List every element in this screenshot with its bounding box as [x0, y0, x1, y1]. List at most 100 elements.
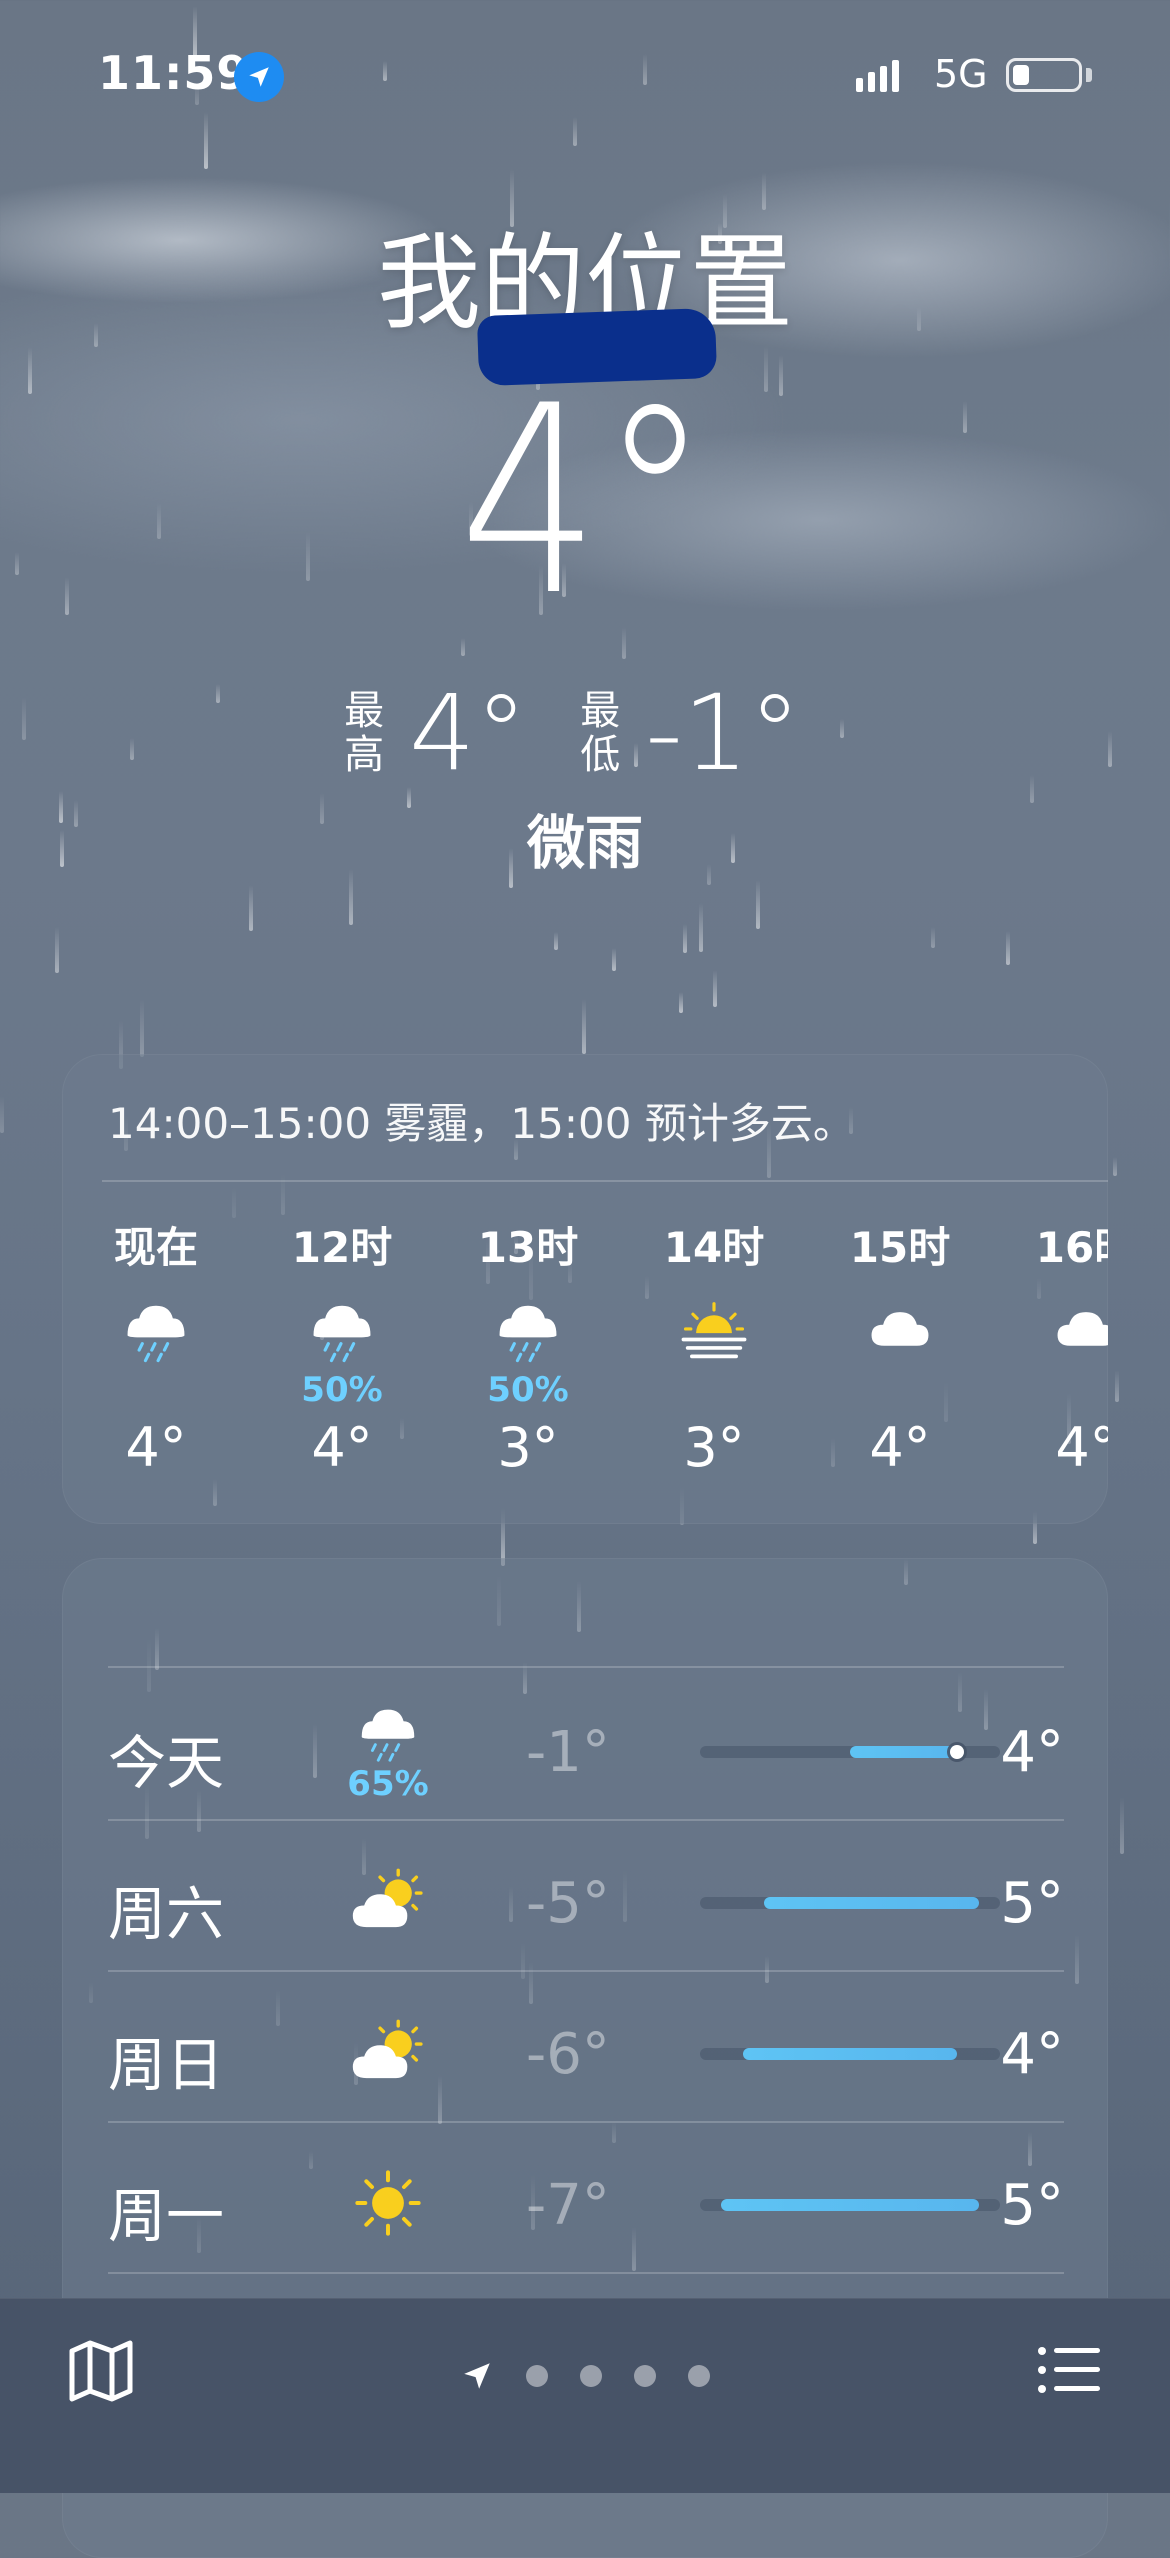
cloud-rain-icon [438, 1290, 618, 1370]
hour-temperature: 4° [869, 1416, 931, 1479]
rain-streak [931, 927, 935, 948]
precip-probability: 65% [347, 1764, 429, 1804]
temperature-range-bar [721, 2199, 979, 2211]
daily-row[interactable]: 周日 -6° 4° [108, 1972, 1064, 2122]
cloud-rain-icon [252, 1290, 432, 1370]
rain-streak [582, 999, 586, 1054]
high-low: 最高 4° 最低 -1° [0, 672, 1170, 794]
precip-probability [810, 1370, 990, 1410]
hourly-forecast-panel[interactable]: 14:00–15:00 雾霾，15:00 预计多云。 现在 4° 12时 50% 4° 1… [62, 1054, 1108, 1524]
cellular-signal-icon [856, 60, 899, 92]
partly-cloudy-icon [328, 1841, 448, 1961]
rain-streak [554, 932, 558, 950]
rain-streak [249, 885, 253, 931]
daily-row[interactable]: 今天 65% -1° 4° [108, 1670, 1064, 1820]
hourly-item: 15时 4° [810, 1214, 990, 1479]
rain-streak [140, 999, 144, 1057]
hourly-item: 12时 50% 4° [252, 1214, 432, 1479]
weather-condition: 微雨 [526, 809, 643, 877]
day-name: 今天 [108, 1729, 225, 1797]
page-dot[interactable] [634, 2365, 656, 2387]
high-temperature: 4° [1000, 2022, 1064, 2087]
cloud-rain-icon: 65% [328, 1690, 448, 1810]
rain-streak [55, 927, 59, 973]
hour-label: 15时 [849, 1223, 951, 1272]
status-bar: 11:59 5G [0, 0, 1170, 150]
status-time: 11:59 [98, 46, 250, 100]
hour-temperature: 4° [311, 1416, 373, 1479]
hour-label: 现在 [113, 1223, 198, 1272]
current-temp-dot [950, 1745, 965, 1759]
rain-streak [1006, 931, 1010, 965]
location-arrow-icon [234, 52, 284, 102]
page-dot[interactable] [526, 2365, 548, 2387]
rain-streak [756, 880, 760, 929]
page-dot[interactable] [580, 2365, 602, 2387]
precip-probability: 50% [301, 1370, 383, 1410]
precip-probability [66, 1370, 246, 1410]
low-temperature: -7° [526, 2173, 610, 2238]
high-temperature: 5° [1000, 1871, 1064, 1936]
precip-probability [996, 1370, 1108, 1410]
hourly-item: 16时 4° [996, 1214, 1108, 1479]
page-dot[interactable] [688, 2365, 710, 2387]
temperature-range-bar [850, 1746, 958, 1758]
divider [108, 1666, 1064, 1668]
cloud-icon [996, 1290, 1108, 1370]
divider [108, 2272, 1064, 2274]
rain-streak [699, 903, 703, 952]
hourly-item: 13时 50% 3° [438, 1214, 618, 1479]
day-name: 周六 [108, 1880, 225, 1948]
hour-temperature: 3° [683, 1416, 745, 1479]
precip-probability: 50% [487, 1370, 569, 1410]
temperature-range-track [700, 2048, 1000, 2060]
divider [102, 1180, 1108, 1182]
low-temperature: -6° [526, 2022, 610, 2087]
daily-row[interactable]: 周六 -5° 5° [108, 1821, 1064, 1971]
hour-temperature: 4° [125, 1416, 187, 1479]
network-type: 5G [934, 52, 988, 96]
hour-label: 16时 [1035, 1223, 1108, 1272]
daily-row[interactable]: 周一 -7° 5° [108, 2123, 1064, 2273]
high-label: 最高 [344, 688, 385, 778]
location-list-button[interactable] [1034, 2335, 1104, 2405]
current-location-page-icon[interactable] [460, 2359, 494, 2393]
hour-temperature: 4° [1055, 1416, 1108, 1479]
sun-icon [328, 2143, 448, 2263]
cloud-rain-icon [66, 1290, 246, 1370]
temperature-range-bar [742, 2048, 958, 2060]
rain-streak [612, 948, 616, 971]
hourly-item: 现在 4° [66, 1214, 246, 1479]
hour-label: 14时 [663, 1223, 765, 1272]
battery-icon [1006, 58, 1082, 92]
list-icon [1038, 2347, 1100, 2393]
cloud-icon [810, 1290, 990, 1370]
rain-streak [713, 970, 717, 1007]
high-temperature: 5° [1000, 2173, 1064, 2238]
current-temperature: 4° [459, 351, 711, 653]
day-name: 周日 [108, 2031, 225, 2099]
temperature-range-track [700, 1897, 1000, 1909]
precip-probability [624, 1370, 804, 1410]
page-indicator[interactable] [0, 2359, 1170, 2393]
bottom-toolbar [0, 2298, 1170, 2493]
rain-streak [1113, 1157, 1117, 1176]
partly-cloudy-icon [328, 1992, 448, 2112]
rain-streak [679, 992, 683, 1013]
hour-temperature: 3° [497, 1416, 559, 1479]
low-temperature: -1° [645, 672, 801, 794]
low-label: 最低 [580, 688, 621, 778]
low-temperature: -5° [526, 1871, 610, 1936]
forecast-summary: 14:00–15:00 雾霾，15:00 预计多云。 [108, 1099, 855, 1148]
rain-streak [683, 924, 687, 953]
rain-streak [1115, 1370, 1119, 1402]
hourly-item: 14时 3° [624, 1214, 804, 1479]
day-name: 周一 [108, 2182, 225, 2250]
high-temperature: 4° [409, 672, 528, 794]
rain-streak [0, 1096, 4, 1133]
low-temperature: -1° [526, 1720, 610, 1785]
battery-nub [1086, 68, 1092, 82]
temperature-range-track [700, 2199, 1000, 2211]
haze-sun-icon [624, 1290, 804, 1370]
rain-streak [1120, 1797, 1124, 1854]
